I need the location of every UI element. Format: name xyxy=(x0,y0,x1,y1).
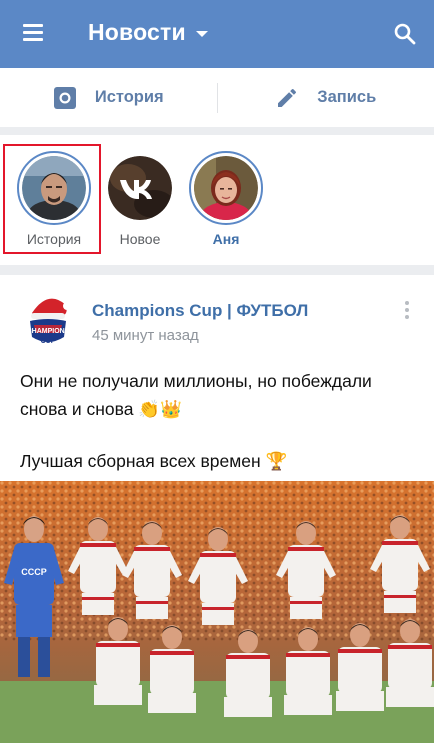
vk-logo-icon xyxy=(108,156,172,220)
page-title: Новости xyxy=(88,19,186,45)
story-item-my-story[interactable]: История xyxy=(12,151,96,247)
pencil-icon xyxy=(278,88,297,107)
chevron-down-icon xyxy=(195,31,208,37)
add-story-label: История xyxy=(94,88,164,106)
avatar xyxy=(194,156,258,220)
story-item-new[interactable]: Новое xyxy=(98,151,182,247)
post-author[interactable]: Champions Cup | ФУТБОЛ xyxy=(92,301,308,321)
avatar xyxy=(22,156,86,220)
more-vertical-icon[interactable] xyxy=(400,299,414,323)
hamburger-icon[interactable] xyxy=(20,22,46,44)
new-post-label: Запись xyxy=(317,88,377,106)
story-label: Аня xyxy=(212,231,240,247)
stories-strip: История Новое Аня xyxy=(0,135,434,265)
app-header: Новости xyxy=(0,0,434,68)
camera-icon xyxy=(53,86,76,109)
post-text: Они не получали миллионы, но побеждали с… xyxy=(20,367,420,475)
new-post-button[interactable]: Запись xyxy=(218,68,434,127)
story-label: Новое xyxy=(119,231,161,247)
story-ring xyxy=(17,151,91,225)
community-avatar[interactable]: CHAMPIONS CUP xyxy=(22,291,74,351)
search-icon[interactable] xyxy=(393,22,417,46)
feed-post: CHAMPIONS CUP Champions Cup | ФУТБОЛ 45 … xyxy=(0,275,434,743)
post-time: 45 минут назад xyxy=(92,327,199,344)
trophy-icon: 🏆 xyxy=(265,451,288,471)
jersey-text: СССР xyxy=(21,567,47,577)
add-story-button[interactable]: История xyxy=(0,68,217,127)
post-photo[interactable]: СССР xyxy=(0,481,434,743)
story-ring xyxy=(189,151,263,225)
story-label: История xyxy=(26,231,82,247)
emoji: 👏👑 xyxy=(138,399,182,419)
story-ring xyxy=(103,151,177,225)
compose-bar: История Запись xyxy=(0,68,434,127)
svg-text:CUP: CUP xyxy=(41,338,56,345)
story-item-anya[interactable]: Аня xyxy=(184,151,268,247)
feed-selector[interactable]: Новости xyxy=(88,19,208,46)
post-text-line: Они не получали миллионы, но побеждали с… xyxy=(20,371,372,419)
svg-text:CHAMPIONS: CHAMPIONS xyxy=(27,328,70,335)
post-text-line: Лучшая сборная всех времен xyxy=(20,451,261,471)
